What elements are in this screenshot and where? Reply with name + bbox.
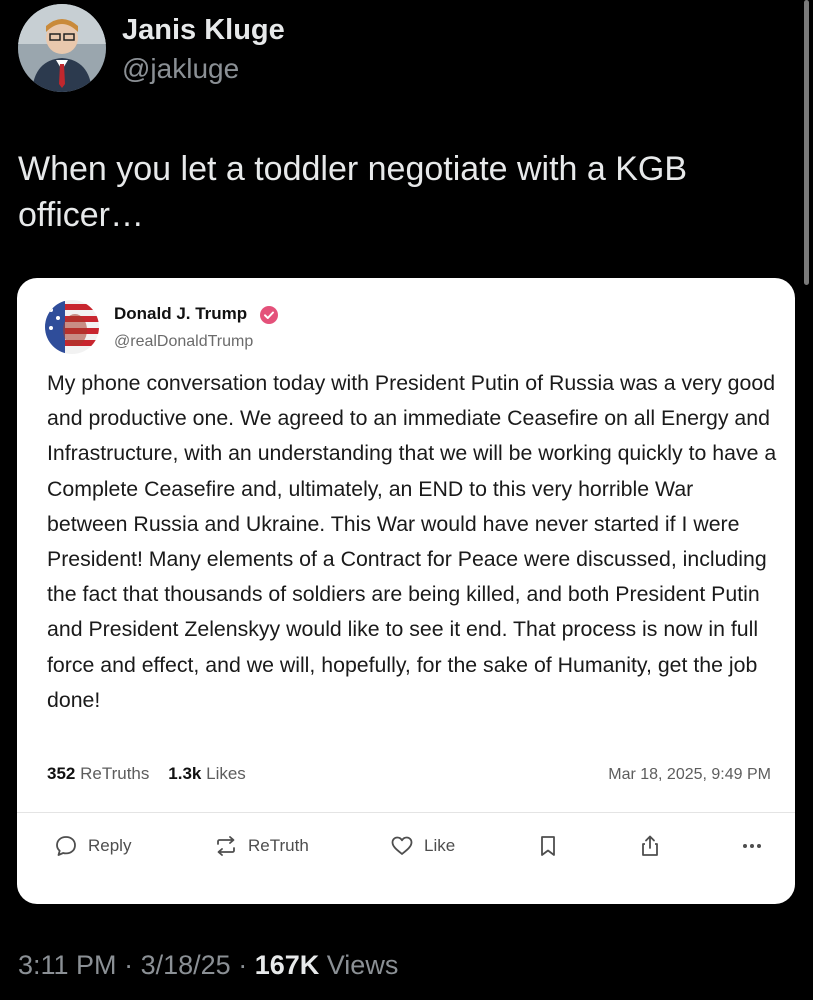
bookmark-button[interactable] [535, 830, 561, 862]
tweet-text: When you let a toddler negotiate with a … [18, 150, 688, 234]
likes-label[interactable]: Likes [206, 764, 246, 783]
verified-badge-icon [260, 306, 278, 324]
post-timestamp[interactable]: Mar 18, 2025, 9:49 PM [608, 766, 771, 784]
likes-count: 1.3k [168, 764, 202, 783]
retruths-label[interactable]: ReTruths [80, 764, 149, 783]
views-label: Views [326, 950, 399, 980]
tweet-meta: 3:11 PM · 3/18/25 · 167K Views [18, 950, 398, 981]
quoted-author-handle[interactable]: @realDonaldTrump [114, 333, 253, 351]
bookmark-icon [541, 836, 555, 856]
reply-icon [56, 836, 76, 856]
views-count: 167K [254, 950, 320, 980]
share-button[interactable] [637, 830, 663, 862]
scrollbar[interactable] [804, 0, 809, 285]
author-handle[interactable]: @jakluge [122, 53, 239, 85]
author-name[interactable]: Janis Kluge [122, 14, 285, 47]
more-options-button[interactable] [739, 830, 765, 862]
tweet-time[interactable]: 3:11 PM [18, 950, 117, 980]
share-icon [642, 835, 658, 856]
heart-icon [391, 836, 413, 855]
quoted-post-body: My phone conversation today with Preside… [47, 371, 777, 712]
like-label: Like [424, 836, 456, 855]
like-button[interactable]: Like [389, 830, 455, 862]
tweet-date[interactable]: 3/18/25 [141, 950, 231, 980]
post-stats: 352 ReTruths 1.3k Likes [47, 764, 246, 784]
separator: · [124, 950, 134, 980]
divider [17, 812, 795, 813]
retruth-label: ReTruth [248, 836, 309, 855]
quoted-author-avatar[interactable] [45, 300, 99, 354]
separator: · [238, 950, 248, 980]
retruths-count: 352 [47, 764, 76, 783]
author-avatar[interactable] [18, 4, 106, 92]
retruth-icon [217, 836, 235, 856]
reply-label: Reply [88, 836, 132, 855]
reply-button[interactable]: Reply [53, 830, 131, 862]
quoted-author-name[interactable]: Donald J. Trump [114, 304, 247, 324]
retruth-button[interactable]: ReTruth [213, 830, 309, 862]
more-options-icon [743, 844, 761, 848]
quoted-post-card[interactable]: Donald J. Trump @realDonaldTrump My phon… [17, 278, 795, 904]
